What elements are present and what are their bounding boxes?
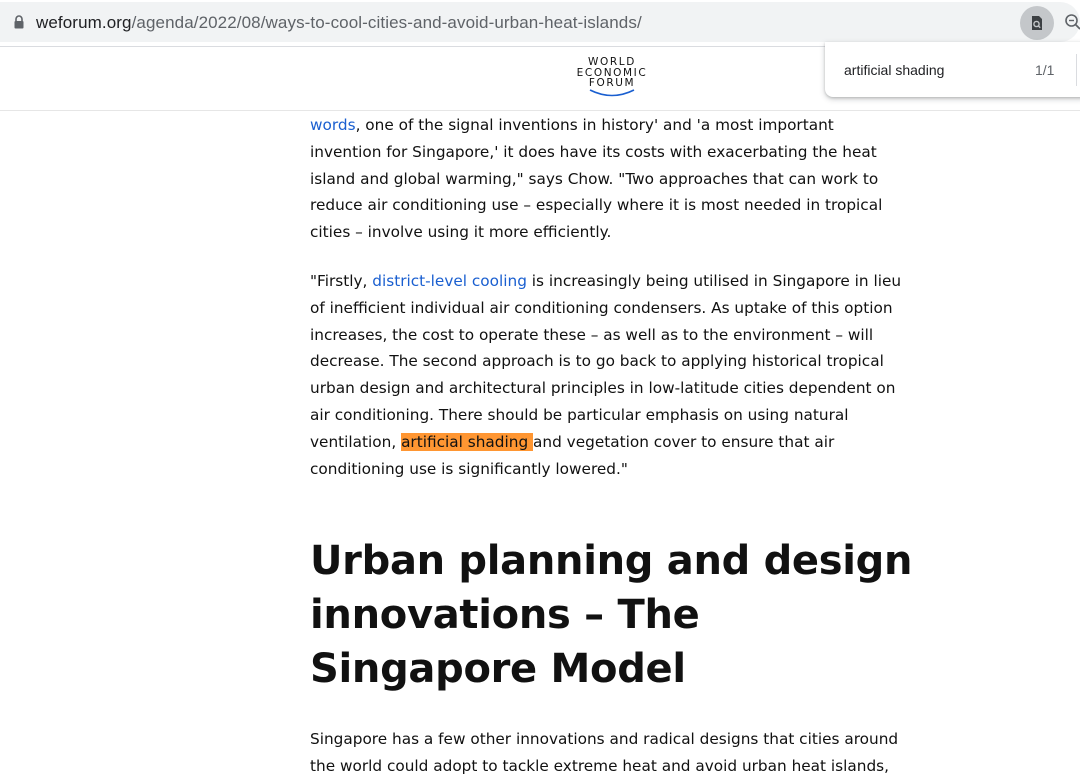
url-text[interactable]: weforum.org/agenda/2022/08/ways-to-cool-… <box>36 13 642 33</box>
text-span: , one of the signal inventions in histor… <box>356 116 834 134</box>
find-bar: artificial shading 1/1 <box>825 42 1080 97</box>
text-line: Singapore has a few other innovations an… <box>310 726 930 753</box>
text-line: urban design and architectural principle… <box>310 375 930 402</box>
url-host: weforum.org <box>36 13 132 32</box>
section-heading: Urban planning and design innovations – … <box>310 534 930 696</box>
text-span: ventilation, <box>310 433 401 451</box>
text-line: ventilation, artificial shading and vege… <box>310 429 930 456</box>
wef-logo[interactable]: WORLD ECONOMIC FORUM <box>565 57 659 98</box>
text-line: cities – involve using it more efficient… <box>310 219 930 246</box>
article-body: words, one of the signal inventions in h… <box>310 112 930 780</box>
text-line: island and global warming," says Chow. "… <box>310 166 930 193</box>
heading-line: innovations – The <box>310 588 930 642</box>
zoom-icon[interactable] <box>1064 13 1080 31</box>
paragraph-chow-quote: words, one of the signal inventions in h… <box>310 112 930 246</box>
logo-line-forum: FORUM <box>565 78 659 89</box>
text-line: decrease. The second approach is to go b… <box>310 348 930 375</box>
heading-line: Urban planning and design <box>310 534 930 588</box>
logo-line-world: WORLD <box>565 57 659 68</box>
article-link-words[interactable]: words <box>310 116 356 134</box>
paragraph-singapore-innovations: Singapore has a few other innovations an… <box>310 726 930 780</box>
text-span: is increasingly being utilised in Singap… <box>527 272 901 290</box>
address-bar[interactable]: weforum.org/agenda/2022/08/ways-to-cool-… <box>0 2 1080 42</box>
text-line: words, one of the signal inventions in h… <box>310 112 930 139</box>
find-in-page-icon <box>1029 15 1045 31</box>
text-line: "Firstly, district-level cooling is incr… <box>310 268 930 295</box>
text-line: invention for Singapore,' it does have i… <box>310 139 930 166</box>
find-match-count: 1/1 <box>1035 62 1054 78</box>
browser-toolbar: weforum.org/agenda/2022/08/ways-to-cool-… <box>0 0 1080 47</box>
text-span: and vegetation cover to ensure that air <box>533 433 834 451</box>
text-line: reduce air conditioning use – especially… <box>310 192 930 219</box>
find-in-page-button[interactable] <box>1020 6 1054 40</box>
heading-line: Singapore Model <box>310 642 930 696</box>
lock-icon[interactable] <box>14 15 24 29</box>
text-span: "Firstly, <box>310 272 372 290</box>
text-line: increases, the cost to operate these – a… <box>310 322 930 349</box>
paragraph-district-cooling: "Firstly, district-level cooling is incr… <box>310 268 930 482</box>
text-line: air conditioning. There should be partic… <box>310 402 930 429</box>
find-divider <box>1076 54 1077 86</box>
logo-arc-icon <box>582 89 642 98</box>
text-line: of inefficient individual air conditioni… <box>310 295 930 322</box>
url-path: /agenda/2022/08/ways-to-cool-cities-and-… <box>132 13 642 32</box>
article-link-district-level-cooling[interactable]: district-level cooling <box>372 272 527 290</box>
find-highlight: artificial shading <box>401 433 533 451</box>
text-line: conditioning use is significantly lowere… <box>310 456 930 483</box>
text-line: the world could adopt to tackle extreme … <box>310 753 930 780</box>
find-input[interactable]: artificial shading <box>844 62 944 78</box>
